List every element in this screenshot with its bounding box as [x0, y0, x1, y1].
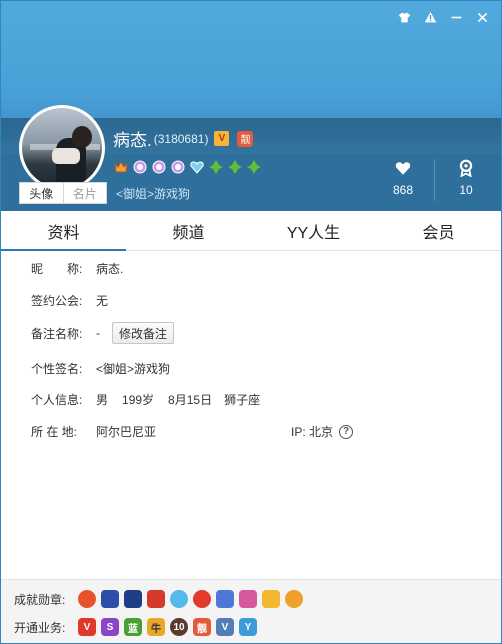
moon-level-icon[interactable] [151, 159, 167, 175]
liang-badge[interactable]: 靓 [237, 130, 254, 147]
profile-header: 头像 名片 病态. (3180681) V 靓 <御姐>游戏狗 868 10 [1, 1, 501, 211]
signature-value: <御姐>游戏狗 [96, 362, 171, 376]
close-button[interactable] [469, 6, 495, 28]
service-list: V S 蓝 牛 10 靓 V Y [78, 618, 257, 636]
signature-row: 个性签名: <御姐>游戏狗 [31, 360, 170, 377]
help-icon[interactable]: ? [339, 424, 354, 439]
avatar-tab-card[interactable]: 名片 [62, 183, 107, 203]
seven-medal-icon[interactable] [147, 590, 165, 608]
close-icon [477, 12, 487, 22]
ten-service-icon[interactable]: 10 [170, 618, 188, 636]
zodiac-medal-icon[interactable] [239, 590, 257, 608]
minimize-icon [451, 16, 461, 18]
nickname-row: 昵 称: 病态. [31, 260, 123, 277]
skin-button[interactable] [391, 6, 417, 28]
bottom-panel: 成就勋章: 开通业务: V S 蓝 牛 10 靓 V Y [1, 579, 501, 643]
heart-medal-icon[interactable] [170, 590, 188, 608]
guild-value: 无 [96, 294, 109, 308]
tab-yy-life[interactable]: YY人生 [251, 211, 376, 250]
warning-icon [424, 11, 436, 22]
leaf-level-icon[interactable] [208, 159, 224, 175]
like-count: 868 [392, 183, 414, 197]
gem-medal-icon[interactable] [216, 590, 234, 608]
birthday-value: 8月15日 [168, 393, 213, 407]
tab-channel[interactable]: 频道 [126, 211, 251, 250]
medals-row: 成就勋章: [14, 590, 303, 608]
profile-tabs: 资料 频道 YY人生 会员 [1, 211, 501, 251]
vip-badge[interactable]: V [214, 131, 230, 146]
location-value: 阿尔巴尼亚 [96, 425, 157, 439]
super-service-icon[interactable]: S [101, 618, 119, 636]
heart-icon [395, 162, 411, 175]
title-buttons [391, 6, 495, 28]
leo-medal-icon[interactable] [262, 590, 280, 608]
crown-level-icon[interactable] [113, 159, 129, 175]
signature-label: 个性签名: [31, 362, 83, 376]
guild-label: 签约公会: [31, 294, 83, 308]
leaf-level-icon[interactable] [246, 159, 262, 175]
yy-service-icon[interactable]: Y [239, 618, 257, 636]
personal-info-label: 个人信息: [31, 393, 83, 407]
bull-service-icon[interactable]: 牛 [147, 618, 165, 636]
zodiac-value: 狮子座 [224, 393, 261, 407]
avatar-tabs: 头像 名片 [19, 182, 107, 204]
user-id: (3180681) [153, 131, 209, 146]
level-icons [113, 159, 262, 175]
moon-level-icon[interactable] [132, 159, 148, 175]
gender-value: 男 [96, 393, 109, 407]
shield-medal-icon[interactable] [285, 590, 303, 608]
tab-member[interactable]: 会员 [376, 211, 501, 250]
medal-list [78, 590, 303, 608]
like-stat[interactable]: 868 [373, 159, 433, 197]
age-value: 199岁 [122, 393, 155, 407]
remark-row: 备注名称: - 修改备注 [31, 322, 175, 344]
nickname-label: 昵 称: [31, 262, 83, 276]
avatar[interactable] [19, 105, 105, 191]
services-label: 开通业务: [14, 620, 66, 635]
heart-level-icon[interactable] [189, 159, 205, 175]
rank-count: 10 [459, 183, 473, 197]
remark-value: - [96, 326, 100, 340]
personal-info-row: 个人信息: 男 199岁 8月15日 狮子座 [31, 391, 260, 408]
edit-remark-button[interactable]: 修改备注 [112, 322, 175, 344]
medals-label: 成就勋章: [14, 592, 66, 607]
nickname-value: 病态. [96, 262, 124, 276]
vip-service-icon[interactable]: V [78, 618, 96, 636]
stat-divider [434, 159, 435, 201]
v2-service-icon[interactable]: V [216, 618, 234, 636]
location-row: 所 在 地: 阿尔巴尼亚 [31, 423, 156, 440]
liang-service-icon[interactable]: 靓 [193, 618, 211, 636]
header-signature: <御姐>游戏狗 [116, 187, 191, 201]
remark-label: 备注名称: [31, 326, 83, 341]
moon-level-icon[interactable] [170, 159, 186, 175]
rank-stat[interactable]: 10 [436, 159, 496, 197]
user-name: 病态. [113, 131, 152, 150]
profile-window: 头像 名片 病态. (3180681) V 靓 <御姐>游戏狗 868 10 资… [0, 0, 502, 644]
minimize-button[interactable] [443, 6, 469, 28]
location-label: 所 在 地: [31, 425, 78, 439]
medal-icon [459, 159, 473, 177]
bag-medal-icon[interactable] [78, 590, 96, 608]
report-button[interactable] [417, 6, 443, 28]
avatar-tab-photo[interactable]: 头像 [20, 183, 63, 203]
ip-info: IP: 北京 ? [291, 423, 354, 440]
leaf-level-icon[interactable] [227, 159, 243, 175]
shirt-icon [398, 12, 410, 22]
name-row: 病态. (3180681) V 靓 [113, 126, 254, 151]
star-medal-icon[interactable] [101, 590, 119, 608]
tab-profile[interactable]: 资料 [1, 211, 126, 251]
blue-service-icon[interactable]: 蓝 [124, 618, 142, 636]
crown-medal-icon[interactable] [124, 590, 142, 608]
services-row: 开通业务: V S 蓝 牛 10 靓 V Y [14, 618, 257, 636]
ip-value: IP: 北京 [291, 425, 334, 439]
wing-medal-icon[interactable] [193, 590, 211, 608]
guild-row: 签约公会: 无 [31, 292, 108, 309]
